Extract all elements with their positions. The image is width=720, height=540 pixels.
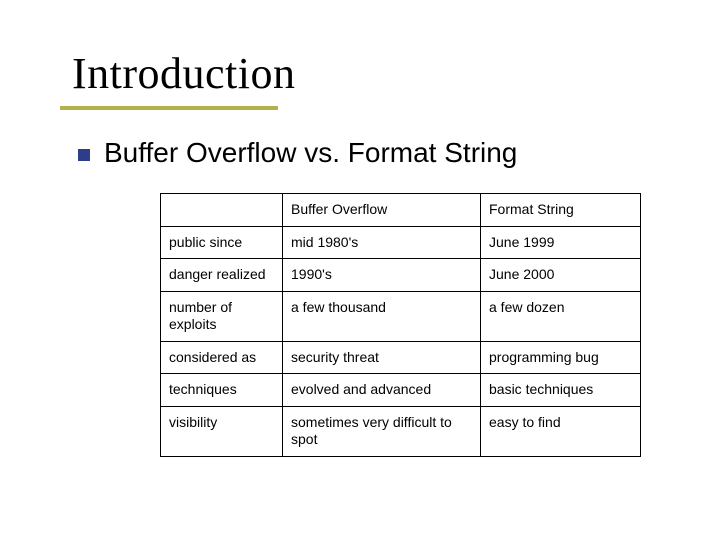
row-label: considered as bbox=[161, 341, 283, 374]
cell: June 1999 bbox=[481, 226, 641, 259]
cell: easy to find bbox=[481, 406, 641, 456]
table-row: number of exploits a few thousand a few … bbox=[161, 291, 641, 341]
cell: 1990's bbox=[283, 259, 481, 292]
slide: Introduction Buffer Overflow vs. Format … bbox=[0, 0, 720, 540]
square-bullet-icon bbox=[78, 149, 90, 161]
subheading: Buffer Overflow vs. Format String bbox=[104, 137, 517, 169]
bullet-row: Buffer Overflow vs. Format String bbox=[78, 137, 664, 169]
table-row: public since mid 1980's June 1999 bbox=[161, 226, 641, 259]
cell: evolved and advanced bbox=[283, 374, 481, 407]
table-header-row: Buffer Overflow Format String bbox=[161, 194, 641, 227]
table-row: considered as security threat programmin… bbox=[161, 341, 641, 374]
cell: a few thousand bbox=[283, 291, 481, 341]
row-label: public since bbox=[161, 226, 283, 259]
cell: mid 1980's bbox=[283, 226, 481, 259]
comparison-table: Buffer Overflow Format String public sin… bbox=[160, 193, 641, 457]
cell: security threat bbox=[283, 341, 481, 374]
table-row: techniques evolved and advanced basic te… bbox=[161, 374, 641, 407]
title-underline bbox=[60, 106, 278, 110]
table-header-format-string: Format String bbox=[481, 194, 641, 227]
table-header-blank bbox=[161, 194, 283, 227]
row-label: techniques bbox=[161, 374, 283, 407]
table-row: visibility sometimes very difficult to s… bbox=[161, 406, 641, 456]
row-label: danger realized bbox=[161, 259, 283, 292]
table-header-buffer-overflow: Buffer Overflow bbox=[283, 194, 481, 227]
cell: a few dozen bbox=[481, 291, 641, 341]
cell: basic techniques bbox=[481, 374, 641, 407]
page-title: Introduction bbox=[72, 48, 664, 99]
cell: June 2000 bbox=[481, 259, 641, 292]
table-row: danger realized 1990's June 2000 bbox=[161, 259, 641, 292]
row-label: visibility bbox=[161, 406, 283, 456]
title-block: Introduction bbox=[72, 48, 664, 99]
cell: programming bug bbox=[481, 341, 641, 374]
cell: sometimes very difficult to spot bbox=[283, 406, 481, 456]
row-label: number of exploits bbox=[161, 291, 283, 341]
